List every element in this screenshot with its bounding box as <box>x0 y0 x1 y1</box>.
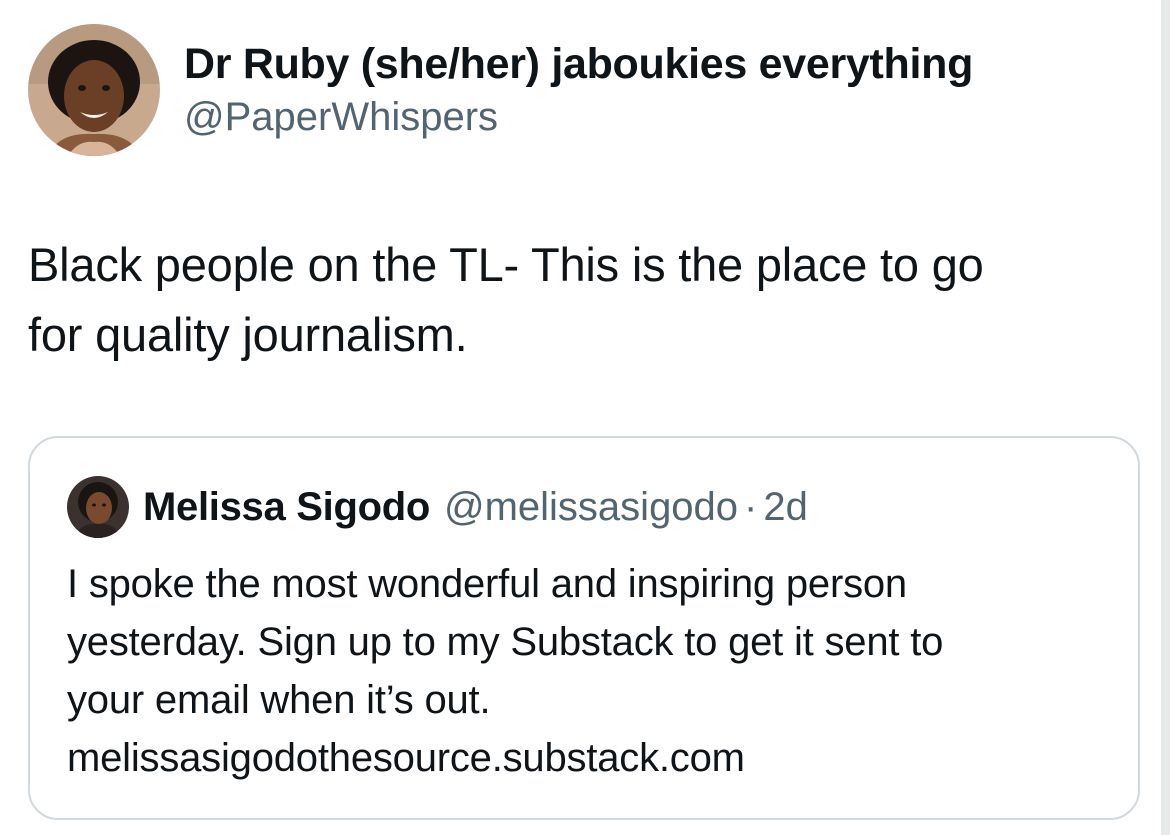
quoted-text-line: your email when it’s out. <box>67 678 491 722</box>
profile-photo-icon <box>67 476 129 538</box>
tweet-author: Dr Ruby (she/her) jaboukies everything @… <box>28 24 973 156</box>
scrollbar-track <box>1161 0 1170 835</box>
tweet-text-line: for quality journalism. <box>28 308 468 361</box>
quoted-tweet-timestamp[interactable]: 2d <box>763 485 808 530</box>
quoted-tweet-card[interactable]: Melissa Sigodo @melissasigodo · 2d I spo… <box>28 436 1140 820</box>
substack-link[interactable]: melissasigodothesource.substack.com <box>67 729 745 787</box>
tweet: Dr Ruby (she/her) jaboukies everything @… <box>0 0 1160 835</box>
author-handle[interactable]: @PaperWhispers <box>184 92 973 142</box>
quoted-tweet-text: I spoke the most wonderful and inspiring… <box>67 555 1117 729</box>
quoted-author-avatar[interactable] <box>67 476 129 538</box>
tweet-text: Black people on the TL- This is the plac… <box>28 230 1138 370</box>
author-avatar[interactable] <box>28 24 160 156</box>
author-names: Dr Ruby (she/her) jaboukies everything @… <box>184 38 973 142</box>
quoted-author-display-name[interactable]: Melissa Sigodo <box>143 485 430 530</box>
quoted-text-line: yesterday. Sign up to my Substack to get… <box>67 620 944 664</box>
quoted-text-line: I spoke the most wonderful and inspiring… <box>67 562 907 606</box>
quoted-author-handle[interactable]: @melissasigodo <box>444 485 738 530</box>
tweet-text-line: Black people on the TL- This is the plac… <box>28 238 984 291</box>
profile-photo-icon <box>28 24 160 156</box>
meta-separator: · <box>744 484 758 529</box>
author-display-name[interactable]: Dr Ruby (she/her) jaboukies everything <box>184 38 973 90</box>
quoted-tweet-header: Melissa Sigodo @melissasigodo · 2d <box>67 476 808 538</box>
